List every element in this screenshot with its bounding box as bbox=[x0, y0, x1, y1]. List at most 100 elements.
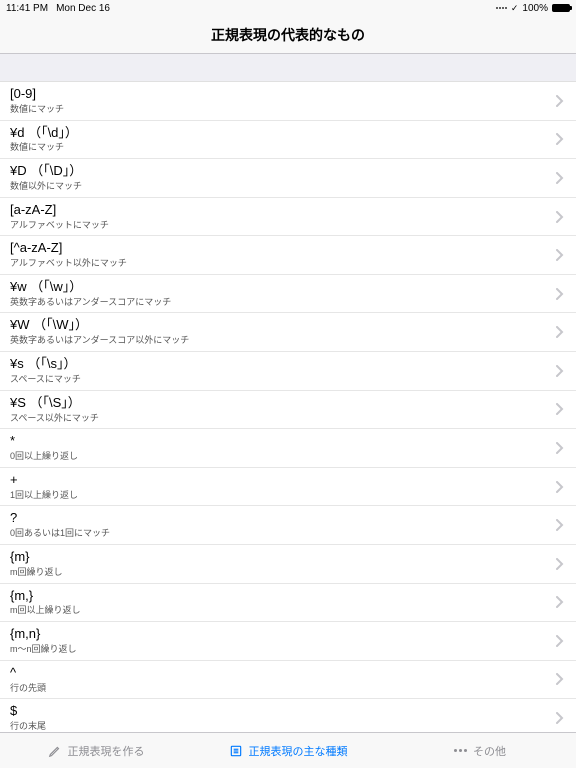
row-title: [^a-zA-Z] bbox=[10, 240, 127, 257]
row-title: {m,} bbox=[10, 588, 81, 605]
row-text: +1回以上繰り返し bbox=[10, 472, 78, 502]
battery-icon bbox=[552, 4, 570, 12]
row-subtitle: スペースにマッチ bbox=[10, 374, 81, 386]
list-item[interactable]: ¥s （「\s」）スペースにマッチ bbox=[0, 352, 576, 391]
tab-types[interactable]: 正規表現の主な種類 bbox=[192, 733, 384, 768]
list-icon bbox=[229, 744, 243, 758]
chevron-right-icon bbox=[556, 519, 564, 531]
row-subtitle: 行の先頭 bbox=[10, 683, 46, 695]
row-title: ¥W （「\W」） bbox=[10, 317, 189, 334]
list-item[interactable]: [0-9]数値にマッチ bbox=[0, 82, 576, 121]
chevron-right-icon bbox=[556, 365, 564, 377]
chevron-right-icon bbox=[556, 211, 564, 223]
row-title: $ bbox=[10, 703, 46, 720]
row-text: ¥s （「\s」）スペースにマッチ bbox=[10, 356, 81, 386]
row-subtitle: 英数字あるいはアンダースコアにマッチ bbox=[10, 297, 171, 309]
page-title: 正規表現の代表的なもの bbox=[211, 25, 365, 45]
list-item[interactable]: ¥d （「\d」）数値にマッチ bbox=[0, 121, 576, 160]
wifi-icon: ✓ bbox=[511, 3, 519, 14]
list-item[interactable]: ^行の先頭 bbox=[0, 661, 576, 700]
chevron-right-icon bbox=[556, 172, 564, 184]
status-left: 11:41 PM Mon Dec 16 bbox=[6, 3, 110, 14]
list-item[interactable]: ¥D （「\D」）数値以外にマッチ bbox=[0, 159, 576, 198]
chevron-right-icon bbox=[556, 673, 564, 685]
row-text: ¥W （「\W」）英数字あるいはアンダースコア以外にマッチ bbox=[10, 317, 189, 347]
list-container[interactable]: [0-9]数値にマッチ¥d （「\d」）数値にマッチ¥D （「\D」）数値以外に… bbox=[0, 54, 576, 732]
row-title: ? bbox=[10, 510, 110, 527]
row-title: + bbox=[10, 472, 78, 489]
row-text: $行の末尾 bbox=[10, 703, 46, 732]
row-text: *0回以上繰り返し bbox=[10, 433, 78, 463]
status-right: ✓ 100% bbox=[496, 3, 570, 14]
row-subtitle: 0回以上繰り返し bbox=[10, 451, 78, 463]
row-subtitle: 1回以上繰り返し bbox=[10, 490, 78, 502]
row-subtitle: 英数字あるいはアンダースコア以外にマッチ bbox=[10, 335, 189, 347]
row-subtitle: アルファベットにマッチ bbox=[10, 220, 109, 232]
row-text: ^行の先頭 bbox=[10, 665, 46, 695]
tab-label: その他 bbox=[473, 743, 506, 759]
signal-icon bbox=[496, 7, 507, 9]
list-spacer bbox=[0, 54, 576, 82]
row-text: [a-zA-Z]アルファベットにマッチ bbox=[10, 202, 109, 232]
row-title: * bbox=[10, 433, 78, 450]
row-subtitle: m〜n回繰り返し bbox=[10, 644, 77, 656]
chevron-right-icon bbox=[556, 403, 564, 415]
row-title: ¥w （「\w」） bbox=[10, 279, 171, 296]
list-item[interactable]: $行の末尾 bbox=[0, 699, 576, 732]
row-title: ¥d （「\d」） bbox=[10, 125, 78, 142]
row-text: ¥w （「\w」）英数字あるいはアンダースコアにマッチ bbox=[10, 279, 171, 309]
chevron-right-icon bbox=[556, 712, 564, 724]
row-text: ¥S （「\S」）スペース以外にマッチ bbox=[10, 395, 99, 425]
chevron-right-icon bbox=[556, 249, 564, 261]
chevron-right-icon bbox=[556, 635, 564, 647]
row-text: {m,}m回以上繰り返し bbox=[10, 588, 81, 618]
list-item[interactable]: ?0回あるいは1回にマッチ bbox=[0, 506, 576, 545]
row-subtitle: m回繰り返し bbox=[10, 567, 63, 579]
row-text: ¥d （「\d」）数値にマッチ bbox=[10, 125, 78, 155]
row-text: [0-9]数値にマッチ bbox=[10, 86, 64, 116]
list-item[interactable]: [a-zA-Z]アルファベットにマッチ bbox=[0, 198, 576, 237]
row-subtitle: 数値にマッチ bbox=[10, 104, 64, 116]
list-item[interactable]: {m,}m回以上繰り返し bbox=[0, 584, 576, 623]
row-text: ¥D （「\D」）数値以外にマッチ bbox=[10, 163, 82, 193]
row-title: ¥D （「\D」） bbox=[10, 163, 82, 180]
list-item[interactable]: +1回以上繰り返し bbox=[0, 468, 576, 507]
chevron-right-icon bbox=[556, 442, 564, 454]
row-text: ?0回あるいは1回にマッチ bbox=[10, 510, 110, 540]
header: 正規表現の代表的なもの bbox=[0, 16, 576, 54]
row-title: ^ bbox=[10, 665, 46, 682]
chevron-right-icon bbox=[556, 596, 564, 608]
row-subtitle: 数値以外にマッチ bbox=[10, 181, 82, 193]
row-subtitle: 数値にマッチ bbox=[10, 142, 78, 154]
row-subtitle: アルファベット以外にマッチ bbox=[10, 258, 127, 270]
row-title: {m,n} bbox=[10, 626, 77, 643]
row-title: [a-zA-Z] bbox=[10, 202, 109, 219]
list-item[interactable]: *0回以上繰り返し bbox=[0, 429, 576, 468]
chevron-right-icon bbox=[556, 481, 564, 493]
chevron-right-icon bbox=[556, 558, 564, 570]
list-item[interactable]: ¥W （「\W」）英数字あるいはアンダースコア以外にマッチ bbox=[0, 313, 576, 352]
chevron-right-icon bbox=[556, 326, 564, 338]
tab-other[interactable]: その他 bbox=[384, 733, 576, 768]
list-item[interactable]: {m,n}m〜n回繰り返し bbox=[0, 622, 576, 661]
tab-label: 正規表現を作る bbox=[68, 743, 145, 759]
list-item[interactable]: ¥S （「\S」）スペース以外にマッチ bbox=[0, 391, 576, 430]
list-item[interactable]: [^a-zA-Z]アルファベット以外にマッチ bbox=[0, 236, 576, 275]
status-time: 11:41 PM bbox=[6, 3, 48, 14]
row-text: {m}m回繰り返し bbox=[10, 549, 63, 579]
dots-icon bbox=[454, 749, 467, 752]
tab-label: 正規表現の主な種類 bbox=[249, 743, 348, 759]
row-title: ¥S （「\S」） bbox=[10, 395, 99, 412]
status-bar: 11:41 PM Mon Dec 16 ✓ 100% bbox=[0, 0, 576, 16]
tab-create[interactable]: 正規表現を作る bbox=[0, 733, 192, 768]
row-title: [0-9] bbox=[10, 86, 64, 103]
list-item[interactable]: ¥w （「\w」）英数字あるいはアンダースコアにマッチ bbox=[0, 275, 576, 314]
row-title: {m} bbox=[10, 549, 63, 566]
tabbar: 正規表現を作る 正規表現の主な種類 その他 bbox=[0, 732, 576, 768]
row-title: ¥s （「\s」） bbox=[10, 356, 81, 373]
battery-percent: 100% bbox=[522, 3, 548, 14]
row-subtitle: m回以上繰り返し bbox=[10, 605, 81, 617]
list-item[interactable]: {m}m回繰り返し bbox=[0, 545, 576, 584]
pencil-icon bbox=[48, 744, 62, 758]
row-text: [^a-zA-Z]アルファベット以外にマッチ bbox=[10, 240, 127, 270]
